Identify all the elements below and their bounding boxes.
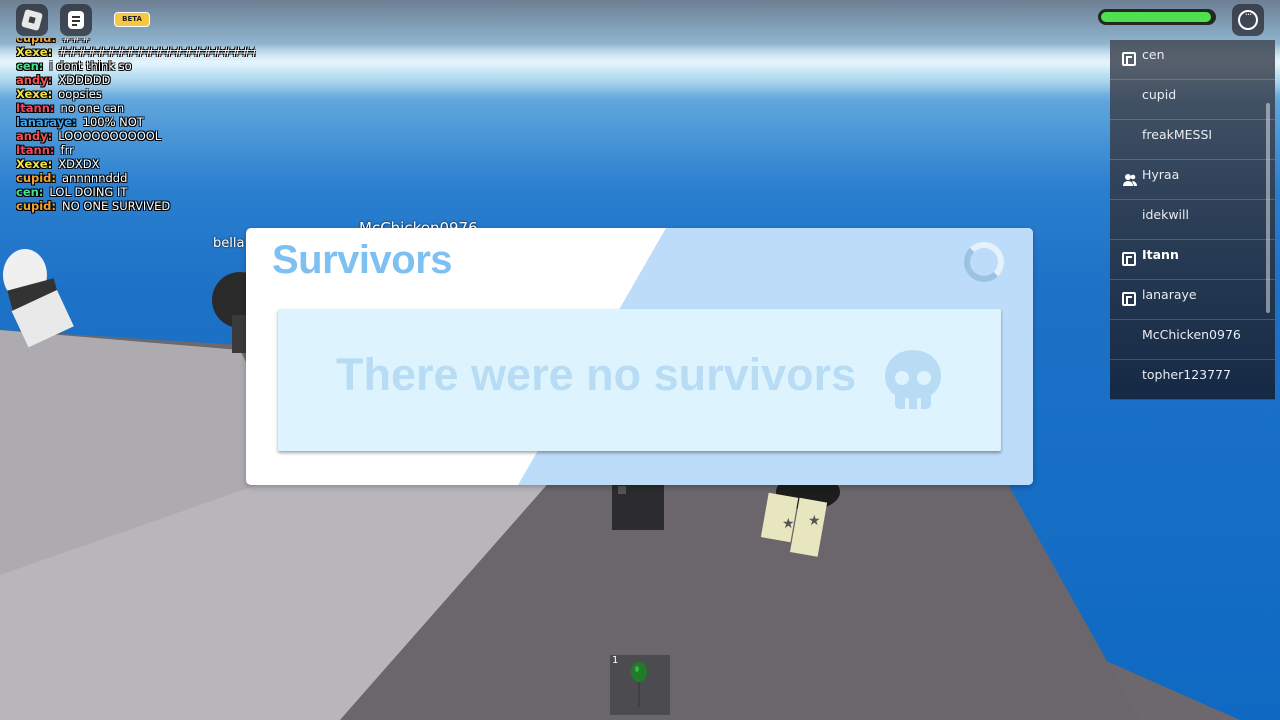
chat-username[interactable]: Xexe:: [16, 157, 52, 171]
no-survivors-message: There were no survivors: [336, 349, 857, 400]
health-bar: [1098, 9, 1216, 25]
player-row[interactable]: freakMESSI: [1110, 120, 1275, 160]
chat-message: cen: i dont think so: [16, 59, 256, 73]
chat-username[interactable]: cupid:: [16, 38, 56, 45]
chat-message: cen: LOL DOING IT: [16, 185, 256, 199]
player-name: cen: [1142, 47, 1165, 62]
avatar-center: [612, 480, 664, 530]
chat-message: cupid: NO ONE SURVIVED: [16, 199, 256, 213]
chat-text: ###: [62, 38, 91, 45]
player-row[interactable]: cen: [1110, 40, 1275, 80]
chat-username[interactable]: cupid:: [16, 199, 56, 213]
chat-text: XDDDDD: [58, 73, 111, 87]
player-name: lanaraye: [1142, 287, 1197, 302]
premium-icon: [1122, 52, 1138, 68]
player-row[interactable]: Hyraa: [1110, 160, 1275, 200]
chat-username[interactable]: cen:: [16, 59, 43, 73]
nametag-bella: bella: [213, 236, 245, 251]
player-list-scrollbar[interactable]: [1266, 103, 1270, 313]
player-name: idekwill: [1142, 207, 1189, 222]
chat-message: cupid: annnnnddd: [16, 171, 256, 185]
chat-message: Xexe: XDXDX: [16, 157, 256, 171]
player-row[interactable]: topher123777: [1110, 360, 1275, 400]
chat-text: 100% NOT: [82, 115, 144, 129]
skull-icon: [885, 350, 941, 409]
roblox-logo-icon: [20, 8, 44, 32]
chat-username[interactable]: cen:: [16, 185, 43, 199]
chat-window: cupid: ### Xexe: ##################### cen: i…: [16, 38, 256, 222]
chat-username[interactable]: andy:: [16, 73, 52, 87]
player-name: Hyraa: [1142, 167, 1180, 182]
player-name: Itann: [1142, 247, 1179, 262]
chat-icon: [68, 11, 84, 29]
player-list: cen cupid freakMESSI Hyraa idekwill Itann lana…: [1110, 40, 1275, 400]
player-row[interactable]: McChicken0976: [1110, 320, 1275, 360]
chat-text: LOL DOING IT: [49, 185, 128, 199]
chat-username[interactable]: Itann:: [16, 143, 55, 157]
chat-message: Itann: frr: [16, 143, 256, 157]
health-bar-fill: [1101, 12, 1211, 22]
chat-toggle-button[interactable]: [60, 4, 92, 36]
chat-text: frr: [60, 143, 74, 157]
roblox-menu-button[interactable]: [16, 4, 48, 36]
chat-username[interactable]: Xexe:: [16, 87, 52, 101]
survivors-list-box: There were no survivors: [278, 309, 1001, 451]
loading-spinner-icon: [964, 242, 1004, 282]
player-row[interactable]: Itann: [1110, 240, 1275, 280]
balloon-icon: [631, 662, 647, 707]
chat-username[interactable]: Xexe:: [16, 45, 52, 59]
chat-message: cupid: ###: [16, 38, 256, 45]
chat-text: NO ONE SURVIVED: [62, 199, 171, 213]
chat-message: Xexe: oopsies: [16, 87, 256, 101]
player-row[interactable]: cupid: [1110, 80, 1275, 120]
chat-text: XDXDX: [58, 157, 100, 171]
chat-message: Itann: no one can: [16, 101, 256, 115]
friends-icon: [1122, 172, 1138, 188]
chat-text: no one can: [60, 101, 125, 115]
svg-text:★: ★: [782, 516, 795, 532]
chat-text: i dont think so: [49, 59, 132, 73]
chat-username[interactable]: Itann:: [16, 101, 55, 115]
chat-message: andy: LOOOOOOOOOOL: [16, 129, 256, 143]
chat-username[interactable]: andy:: [16, 129, 52, 143]
player-row[interactable]: lanaraye: [1110, 280, 1275, 320]
hotbar-slot-1[interactable]: 1: [610, 655, 670, 715]
chat-message: lanaraye: 100% NOT: [16, 115, 256, 129]
chat-text: #####################: [58, 45, 256, 59]
ellipsis-icon: ···: [1238, 10, 1258, 30]
svg-text:★: ★: [808, 513, 821, 529]
survivors-title: Survivors: [272, 238, 453, 282]
player-row[interactable]: idekwill: [1110, 200, 1275, 240]
chat-text: annnnnddd: [62, 171, 128, 185]
player-name: McChicken0976: [1142, 327, 1241, 342]
chat-text: oopsies: [58, 87, 102, 101]
player-name: cupid: [1142, 87, 1177, 102]
beta-badge: BETA: [114, 12, 150, 27]
player-name: topher123777: [1142, 367, 1231, 382]
player-name: freakMESSI: [1142, 127, 1213, 142]
chat-username[interactable]: cupid:: [16, 171, 56, 185]
survivors-panel: Survivors There were no survivors: [246, 228, 1033, 485]
premium-icon: [1122, 252, 1138, 268]
premium-icon: [1122, 292, 1138, 308]
more-options-button[interactable]: ···: [1232, 4, 1264, 36]
chat-username[interactable]: lanaraye:: [16, 115, 77, 129]
chat-text: LOOOOOOOOOOL: [58, 129, 162, 143]
chat-message: andy: XDDDDD: [16, 73, 256, 87]
chat-message: Xexe: #####################: [16, 45, 256, 59]
